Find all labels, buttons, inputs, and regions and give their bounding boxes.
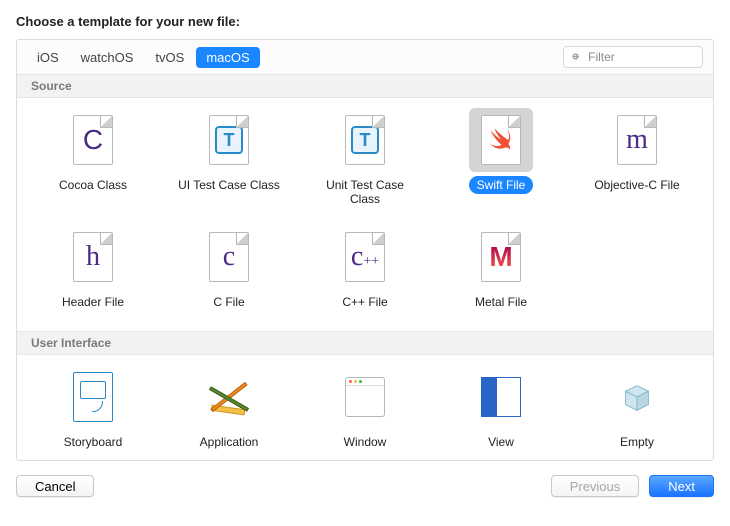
template-item-label: Header File bbox=[54, 293, 132, 311]
doc-C-purple-icon: C bbox=[61, 108, 125, 172]
template-item-label: Storyboard bbox=[56, 433, 131, 451]
template-item-label: UI Test Case Class bbox=[170, 176, 288, 194]
platform-toolbar: iOSwatchOStvOSmacOS bbox=[17, 40, 713, 75]
template-item[interactable]: C Cocoa Class bbox=[25, 104, 161, 217]
next-button[interactable]: Next bbox=[649, 475, 714, 497]
app-icon bbox=[197, 365, 261, 429]
template-item[interactable]: T UI Test Case Class bbox=[161, 104, 297, 217]
filter-field[interactable] bbox=[563, 46, 703, 68]
template-item-label: Metal File bbox=[467, 293, 535, 311]
tab-tvos[interactable]: tvOS bbox=[145, 47, 194, 68]
template-item[interactable]: c++ C++ File bbox=[297, 221, 433, 319]
template-item-label: Unit Test Case Class bbox=[305, 176, 425, 209]
tab-ios[interactable]: iOS bbox=[27, 47, 69, 68]
template-item-label: Empty bbox=[612, 433, 662, 451]
previous-button[interactable]: Previous bbox=[551, 475, 640, 497]
template-item[interactable]: Application bbox=[161, 361, 297, 459]
template-item[interactable]: h Header File bbox=[25, 221, 161, 319]
section-header: User Interface bbox=[17, 331, 713, 355]
template-item[interactable]: Storyboard bbox=[25, 361, 161, 459]
template-grid: Storyboard Application Window View Empty bbox=[17, 355, 713, 461]
filter-icon bbox=[570, 50, 582, 64]
cancel-button[interactable]: Cancel bbox=[16, 475, 94, 497]
tab-macos[interactable]: macOS bbox=[196, 47, 259, 68]
section-header: Source bbox=[17, 75, 713, 98]
template-grid: C Cocoa Class T UI Test Case Class T Unit Tes… bbox=[17, 98, 713, 331]
doc-h-purple-icon: h bbox=[61, 225, 125, 289]
tsquare-icon: T bbox=[333, 108, 397, 172]
doc-cpp-purple-icon: c++ bbox=[333, 225, 397, 289]
template-item-label: Cocoa Class bbox=[51, 176, 135, 194]
storyboard-icon bbox=[61, 365, 125, 429]
template-item-label: Application bbox=[192, 433, 267, 451]
dialog-footer: Cancel Previous Next bbox=[16, 475, 714, 497]
template-item-label: Swift File bbox=[469, 176, 534, 194]
tab-watchos[interactable]: watchOS bbox=[71, 47, 144, 68]
template-item[interactable]: Swift File bbox=[433, 104, 569, 217]
filter-input[interactable] bbox=[586, 49, 696, 65]
template-item[interactable]: m Objective-C File bbox=[569, 104, 705, 217]
template-item[interactable]: View bbox=[433, 361, 569, 459]
template-item-label: C File bbox=[205, 293, 252, 311]
template-item-label: View bbox=[480, 433, 522, 451]
template-item[interactable]: M Metal File bbox=[433, 221, 569, 319]
template-item-label: Objective-C File bbox=[586, 176, 687, 194]
template-item[interactable]: Empty bbox=[569, 361, 705, 459]
window-icon bbox=[333, 365, 397, 429]
doc-M-grad-icon: M bbox=[469, 225, 533, 289]
cube-icon bbox=[605, 365, 669, 429]
page-title: Choose a template for your new file: bbox=[16, 14, 714, 29]
view-icon bbox=[469, 365, 533, 429]
doc-m-purple-icon: m bbox=[605, 108, 669, 172]
template-item-label: Window bbox=[336, 433, 395, 451]
template-panel: iOSwatchOStvOSmacOS SourceCCocoa ClassTU… bbox=[16, 39, 714, 461]
template-item-label: C++ File bbox=[334, 293, 395, 311]
template-item[interactable]: c C File bbox=[161, 221, 297, 319]
tsquare-icon: T bbox=[197, 108, 261, 172]
swift-icon bbox=[469, 108, 533, 172]
doc-c-purple-icon: c bbox=[197, 225, 261, 289]
template-item[interactable]: T Unit Test Case Class bbox=[297, 104, 433, 217]
template-item[interactable]: Window bbox=[297, 361, 433, 459]
